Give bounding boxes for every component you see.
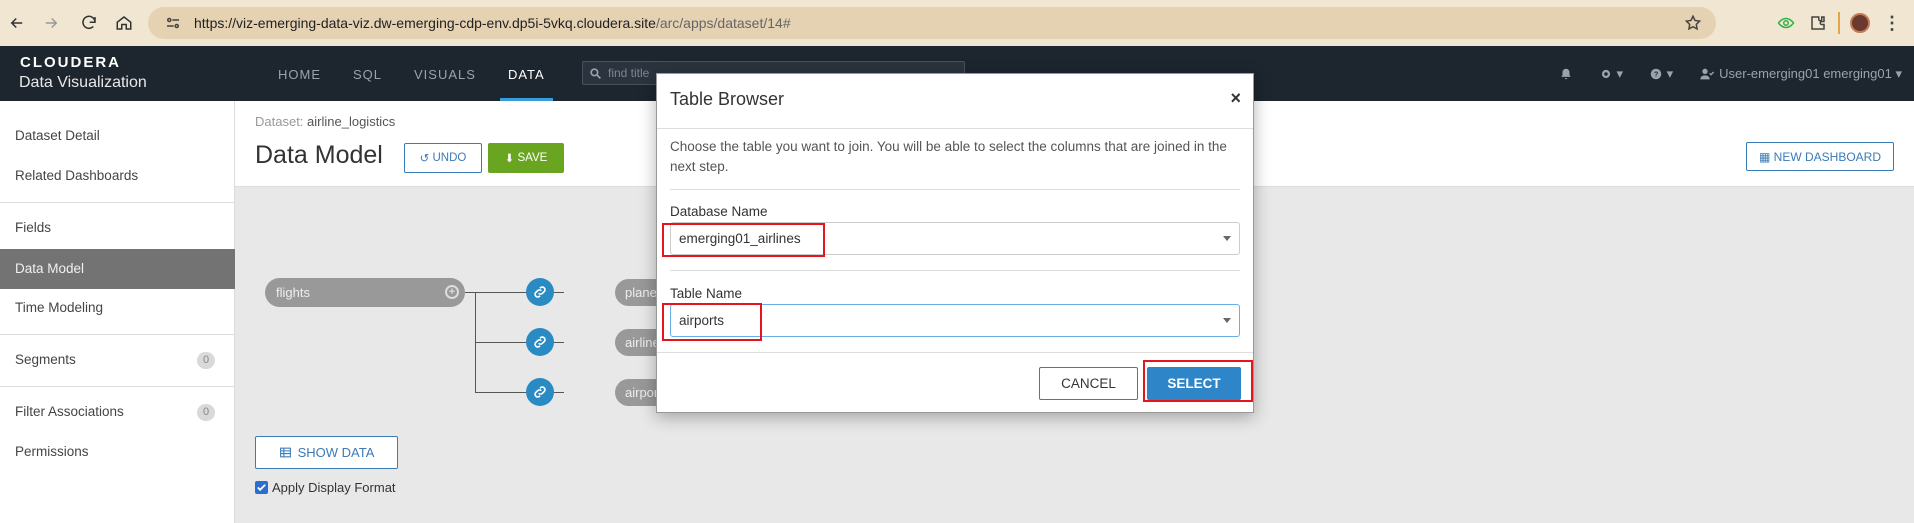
eye-extension-icon[interactable] <box>1774 11 1798 35</box>
browser-actions: ⋮ <box>1774 0 1914 46</box>
sidebar-divider <box>0 334 235 335</box>
table-name-label: Table Name <box>670 286 743 301</box>
modal-title: Table Browser <box>670 89 785 109</box>
database-name-select[interactable]: emerging01_airlines <box>670 222 1240 255</box>
new-dashboard-label: NEW DASHBOARD <box>1773 149 1881 164</box>
undo-label: UNDO <box>432 152 467 164</box>
undo-icon: ↺ <box>419 153 433 165</box>
profile-avatar[interactable] <box>1848 11 1872 35</box>
sidebar-item-label: Filter Associations <box>15 404 124 419</box>
forward-icon[interactable] <box>34 6 68 40</box>
database-name-label: Database Name <box>670 204 768 219</box>
search-icon <box>590 67 601 79</box>
sidebar-item-related-dashboards[interactable]: Related Dashboards <box>0 156 235 196</box>
root-table-node[interactable]: flights + <box>265 278 465 307</box>
connector-line <box>554 342 564 343</box>
dataset-name[interactable]: airline_logistics <box>307 114 395 129</box>
modal-footer-divider <box>657 352 1253 353</box>
modal-divider <box>670 189 1240 190</box>
site-settings-icon[interactable] <box>164 14 182 32</box>
table-name-value: airports <box>679 313 725 328</box>
close-icon[interactable]: × <box>1230 88 1241 109</box>
filter-associations-count-badge: 0 <box>197 404 215 421</box>
user-check-icon <box>1700 68 1715 79</box>
sidebar-item-time-modeling[interactable]: Time Modeling <box>0 288 235 328</box>
connector-line <box>554 392 564 393</box>
save-label: SAVE <box>517 152 548 164</box>
extensions-puzzle-icon[interactable] <box>1806 11 1830 35</box>
nav-visuals[interactable]: VISUALS <box>398 46 492 101</box>
root-table-label: flights <box>276 285 310 300</box>
add-join-icon[interactable]: + <box>445 285 459 299</box>
nav-data[interactable]: DATA <box>492 46 561 101</box>
save-button[interactable]: ⬇ SAVE <box>488 143 564 173</box>
table-icon <box>279 447 291 458</box>
settings-gear-icon[interactable]: ▾ <box>1599 66 1623 82</box>
download-icon: ⬇ <box>504 153 518 165</box>
search-placeholder: find title <box>608 66 650 80</box>
new-dashboard-button[interactable]: ▦ NEW DASHBOARD <box>1746 142 1894 171</box>
header-actions: ▾ ? ▾ User-emerging01 emerging01 ▾ <box>1559 46 1914 101</box>
breadcrumb: Dataset: airline_logistics <box>255 114 395 129</box>
back-icon[interactable] <box>0 6 34 40</box>
page-title: Data Model <box>255 141 383 169</box>
modal-header: Table Browser × <box>657 74 1253 129</box>
sidebar-item-label: Segments <box>15 352 76 367</box>
dropdown-caret-icon <box>1223 318 1231 323</box>
apply-format-checkbox[interactable] <box>255 481 268 494</box>
address-bar[interactable]: https://viz-emerging-data-viz.dw-emergin… <box>148 7 1716 39</box>
connector-line <box>554 292 564 293</box>
help-icon[interactable]: ? ▾ <box>1649 66 1673 82</box>
join-link-icon[interactable] <box>526 378 554 406</box>
join-link-icon[interactable] <box>526 278 554 306</box>
bell-icon[interactable] <box>1559 67 1573 81</box>
undo-button[interactable]: ↺ UNDO <box>404 143 482 173</box>
sidebar-item-filter-associations[interactable]: Filter Associations 0 <box>0 392 235 432</box>
brand-logo[interactable]: CLOUDERA <box>20 54 121 71</box>
top-nav: HOME SQL VISUALS DATA <box>262 46 561 101</box>
dataset-prefix: Dataset: <box>255 114 304 129</box>
svg-text:?: ? <box>1654 71 1658 78</box>
modal-divider <box>670 270 1240 271</box>
sidebar-item-dataset-detail[interactable]: Dataset Detail <box>0 116 235 156</box>
reload-icon[interactable] <box>72 6 106 40</box>
apply-display-format[interactable]: Apply Display Format <box>255 480 396 495</box>
sidebar-item-segments[interactable]: Segments 0 <box>0 340 235 380</box>
url-path: /arc/apps/dataset/14# <box>655 15 791 31</box>
nav-home[interactable]: HOME <box>262 46 337 101</box>
dropdown-caret-icon <box>1223 236 1231 241</box>
nav-sql[interactable]: SQL <box>337 46 398 101</box>
sidebar-divider <box>0 386 235 387</box>
url-text: https://viz-emerging-data-viz.dw-emergin… <box>194 15 791 31</box>
sidebar-item-data-model[interactable]: Data Model <box>0 249 235 289</box>
apply-format-label: Apply Display Format <box>272 480 396 495</box>
database-name-value: emerging01_airlines <box>679 231 801 246</box>
modal-description: Choose the table you want to join. You w… <box>670 139 1227 174</box>
cancel-button[interactable]: CANCEL <box>1039 367 1138 400</box>
sidebar-item-permissions[interactable]: Permissions <box>0 432 235 472</box>
table-browser-modal: Table Browser × Choose the table you wan… <box>656 73 1254 413</box>
home-icon[interactable] <box>107 6 141 40</box>
dashboard-icon: ▦ <box>1758 149 1774 164</box>
user-name: User-emerging01 emerging01 <box>1719 66 1892 81</box>
browser-toolbar: https://viz-emerging-data-viz.dw-emergin… <box>0 0 1914 46</box>
toolbar-divider <box>1838 12 1840 34</box>
segments-count-badge: 0 <box>197 352 215 369</box>
show-data-button[interactable]: SHOW DATA <box>255 436 398 469</box>
brand-subtitle: Data Visualization <box>19 74 147 91</box>
sidebar-item-fields[interactable]: Fields <box>0 208 235 248</box>
show-data-label: SHOW DATA <box>297 445 375 460</box>
select-button[interactable]: SELECT <box>1147 367 1241 400</box>
sidebar: Dataset Detail Related Dashboards Fields… <box>0 101 235 523</box>
table-name-select[interactable]: airports <box>670 304 1240 337</box>
url-host: https://viz-emerging-data-viz.dw-emergin… <box>194 15 656 31</box>
kebab-menu-icon[interactable]: ⋮ <box>1880 11 1904 35</box>
sidebar-divider <box>0 202 235 203</box>
user-menu[interactable]: User-emerging01 emerging01 ▾ <box>1699 66 1902 82</box>
bookmark-star-icon[interactable] <box>1684 14 1702 32</box>
join-link-icon[interactable] <box>526 328 554 356</box>
